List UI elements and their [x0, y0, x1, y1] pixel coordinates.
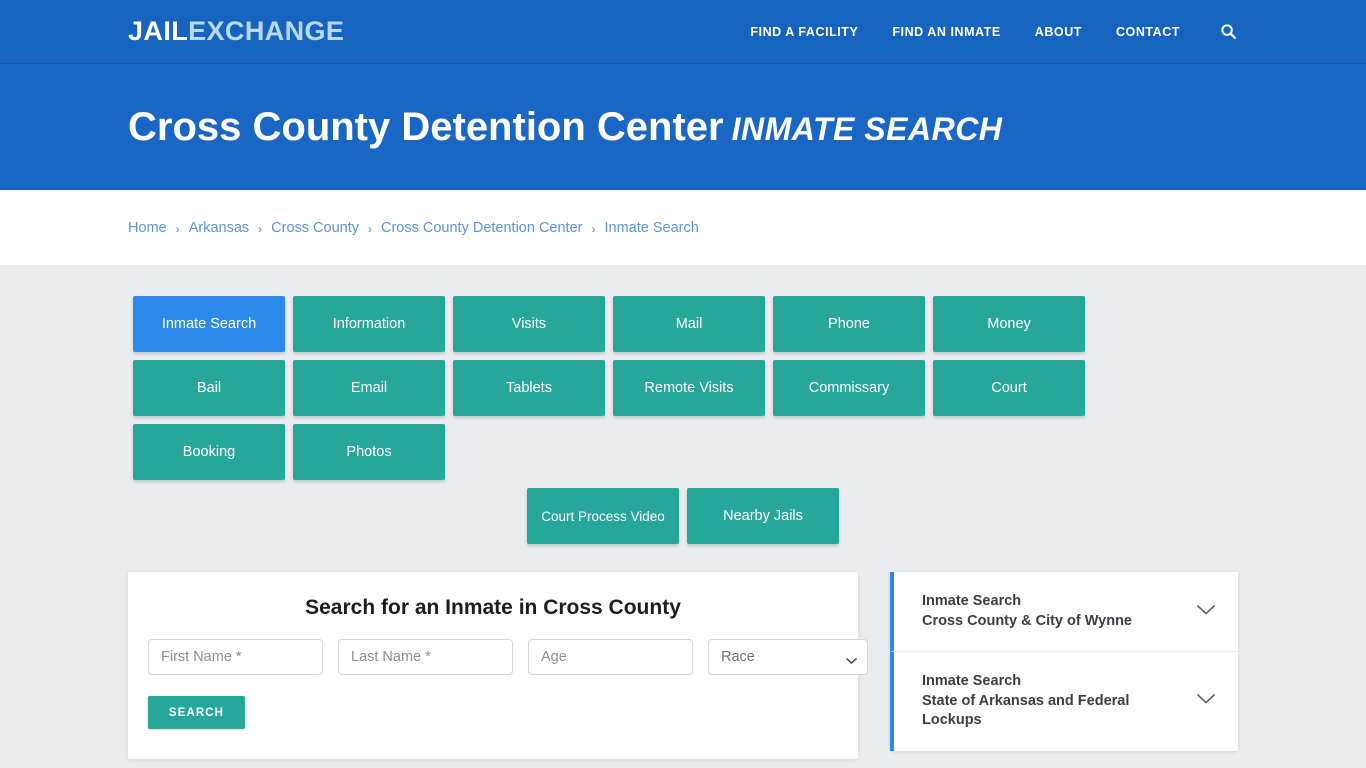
chevron-down-icon[interactable]	[1196, 603, 1216, 621]
nav-item-contact[interactable]: CONTACT	[1116, 25, 1180, 39]
tab-photos[interactable]: Photos	[293, 424, 445, 480]
tab-nearby-jails[interactable]: Nearby Jails	[687, 488, 839, 544]
age-input[interactable]	[528, 639, 693, 675]
facility-tab-grid-row3: Court Process Video Nearby Jails	[133, 488, 1233, 544]
accordion-title: Inmate Search	[922, 593, 1022, 609]
main-content: Inmate Search Information Visits Mail Ph…	[0, 265, 1366, 768]
breadcrumb-item-cross-county[interactable]: Cross County	[271, 220, 359, 236]
search-button[interactable]: SEARCH	[148, 696, 245, 729]
page-title-main: Cross County Detention Center	[128, 105, 724, 149]
page-hero: Cross County Detention Center INMATE SEAR…	[0, 64, 1366, 190]
site-logo[interactable]: JAILEXCHANGE	[128, 18, 344, 45]
tab-information[interactable]: Information	[293, 296, 445, 352]
breadcrumb-item-home[interactable]: Home	[128, 220, 167, 236]
accordion-subtitle: State of Arkansas and Federal Lockups	[922, 692, 1130, 729]
breadcrumb-separator-icon: ›	[175, 221, 180, 236]
nav-item-find-an-inmate[interactable]: FIND AN INMATE	[892, 25, 1000, 39]
search-heading: Search for an Inmate in Cross County	[305, 596, 681, 619]
breadcrumb-separator-icon: ›	[258, 221, 263, 236]
tab-court-process-video[interactable]: Court Process Video	[527, 488, 679, 544]
nav-item-find-a-facility[interactable]: FIND A FACILITY	[750, 25, 858, 39]
tab-remote-visits[interactable]: Remote Visits	[613, 360, 765, 416]
site-header: JAILEXCHANGE FIND A FACILITY FIND AN INM…	[0, 0, 1366, 64]
tab-bail[interactable]: Bail	[133, 360, 285, 416]
inmate-search-accordion: Inmate Search Cross County & City of Wyn…	[890, 572, 1238, 751]
tab-visits[interactable]: Visits	[453, 296, 605, 352]
tab-inmate-search[interactable]: Inmate Search	[133, 296, 285, 352]
accordion-title: Inmate Search	[922, 673, 1022, 690]
race-select-wrapper: Race	[708, 639, 868, 675]
first-name-input[interactable]	[148, 639, 323, 675]
tab-phone[interactable]: Phone	[773, 296, 925, 352]
accordion-item-text: Inmate Search Cross County & City of Wyn…	[922, 592, 1132, 631]
search-icon[interactable]	[1218, 22, 1238, 42]
breadcrumb: Home › Arkansas › Cross County › Cross C…	[128, 220, 699, 236]
hero-inner: Cross County Detention Center INMATE SEAR…	[128, 106, 1002, 148]
race-select[interactable]: Race	[708, 639, 868, 675]
tab-email[interactable]: Email	[293, 360, 445, 416]
breadcrumb-band: Home › Arkansas › Cross County › Cross C…	[0, 190, 1366, 265]
tab-tablets[interactable]: Tablets	[453, 360, 605, 416]
tab-commissary[interactable]: Commissary	[773, 360, 925, 416]
chevron-down-icon[interactable]	[1196, 692, 1216, 710]
logo-text-primary: JAIL	[128, 16, 189, 46]
breadcrumb-separator-icon: ›	[591, 221, 596, 236]
facility-tab-grid: Inmate Search Information Visits Mail Ph…	[133, 265, 1233, 480]
inmate-search-card: Search for an Inmate in Cross County Rac…	[128, 572, 868, 759]
nav-item-about[interactable]: ABOUT	[1035, 25, 1082, 39]
last-name-input[interactable]	[338, 639, 513, 675]
page-title-sub: INMATE SEARCH	[731, 111, 1003, 147]
tab-money[interactable]: Money	[933, 296, 1085, 352]
right-column: Inmate Search Cross County & City of Wyn…	[890, 572, 1238, 751]
accordion-item-state-federal[interactable]: Inmate Search State of Arkansas and Fede…	[890, 652, 1238, 751]
left-column: Search for an Inmate in Cross County Rac…	[128, 572, 868, 768]
breadcrumb-item-arkansas[interactable]: Arkansas	[189, 220, 249, 236]
accordion-item-text: Inmate Search State of Arkansas and Fede…	[922, 672, 1182, 731]
accordion-subtitle: Cross County & City of Wynne	[922, 612, 1132, 629]
tab-booking[interactable]: Booking	[133, 424, 285, 480]
breadcrumb-item-detention-center[interactable]: Cross County Detention Center	[381, 220, 583, 236]
accordion-item-cross-county[interactable]: Inmate Search Cross County & City of Wyn…	[890, 572, 1238, 653]
tab-mail[interactable]: Mail	[613, 296, 765, 352]
search-fields: Race	[148, 639, 868, 675]
content-columns: Search for an Inmate in Cross County Rac…	[128, 572, 1238, 768]
breadcrumb-item-inmate-search[interactable]: Inmate Search	[604, 220, 698, 236]
main-nav: FIND A FACILITY FIND AN INMATE ABOUT CON…	[750, 22, 1238, 42]
logo-text-secondary: EXCHANGE	[188, 16, 345, 46]
breadcrumb-separator-icon: ›	[367, 221, 372, 236]
page-title: Cross County Detention Center INMATE SEAR…	[128, 106, 1002, 148]
tab-court[interactable]: Court	[933, 360, 1085, 416]
